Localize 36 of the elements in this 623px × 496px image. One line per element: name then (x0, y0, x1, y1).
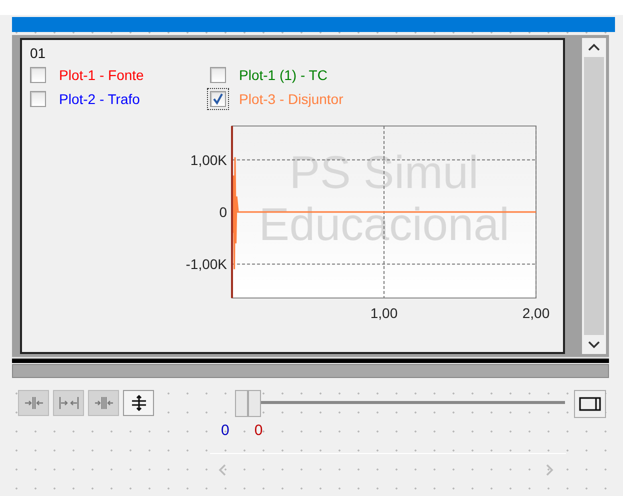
plot-label: Plot-1 - Fonte (59, 67, 144, 83)
y-tick-label: 0 (219, 204, 227, 220)
window-icon (579, 397, 601, 411)
scrollbar-thumb[interactable] (584, 57, 604, 335)
center-button[interactable] (123, 390, 154, 416)
scroll-up-icon[interactable] (588, 43, 600, 51)
plot-label: Plot-1 (1) - TC (239, 67, 328, 83)
slider-value: 0 (254, 422, 263, 439)
scroll-left-icon[interactable] (218, 464, 226, 476)
checkbox[interactable] (30, 67, 46, 83)
splitter-bar[interactable] (12, 364, 609, 378)
slider-track[interactable] (235, 390, 565, 416)
y-tick-label: -1,00K (186, 256, 227, 272)
x-tick-label: 1,00 (370, 305, 398, 321)
checkbox[interactable] (210, 67, 226, 83)
vertical-scrollbar[interactable] (582, 38, 606, 354)
scroll-right-icon[interactable] (546, 464, 554, 476)
checkbox[interactable] (30, 91, 46, 107)
x-tick-label: 2,00 (522, 305, 550, 321)
triple-bar-arrows-icon (94, 395, 114, 411)
window-button[interactable] (574, 390, 606, 418)
legend-checkbox[interactable]: Plot-2 - Trafo (30, 91, 140, 107)
legend-checkbox[interactable]: Plot-1 (1) - TC (210, 67, 328, 83)
horizontal-scrollbar[interactable] (210, 453, 566, 476)
checkbox[interactable] (210, 91, 226, 107)
slider-thumb[interactable] (235, 390, 248, 417)
plot-label: Plot-3 - Disjuntor (239, 91, 344, 107)
inward-arrows-icon (58, 395, 78, 411)
legend-checkbox[interactable]: Plot-1 - Fonte (30, 67, 144, 83)
slider-thumb[interactable] (248, 390, 261, 417)
slider-value: 0 (221, 422, 230, 439)
y-tick-label: 1,00K (190, 152, 227, 168)
split-arrows-icon (24, 395, 44, 411)
scroll-down-icon[interactable] (588, 341, 600, 349)
panel-title: 01 (30, 45, 46, 61)
plot-label: Plot-2 - Trafo (59, 91, 140, 107)
